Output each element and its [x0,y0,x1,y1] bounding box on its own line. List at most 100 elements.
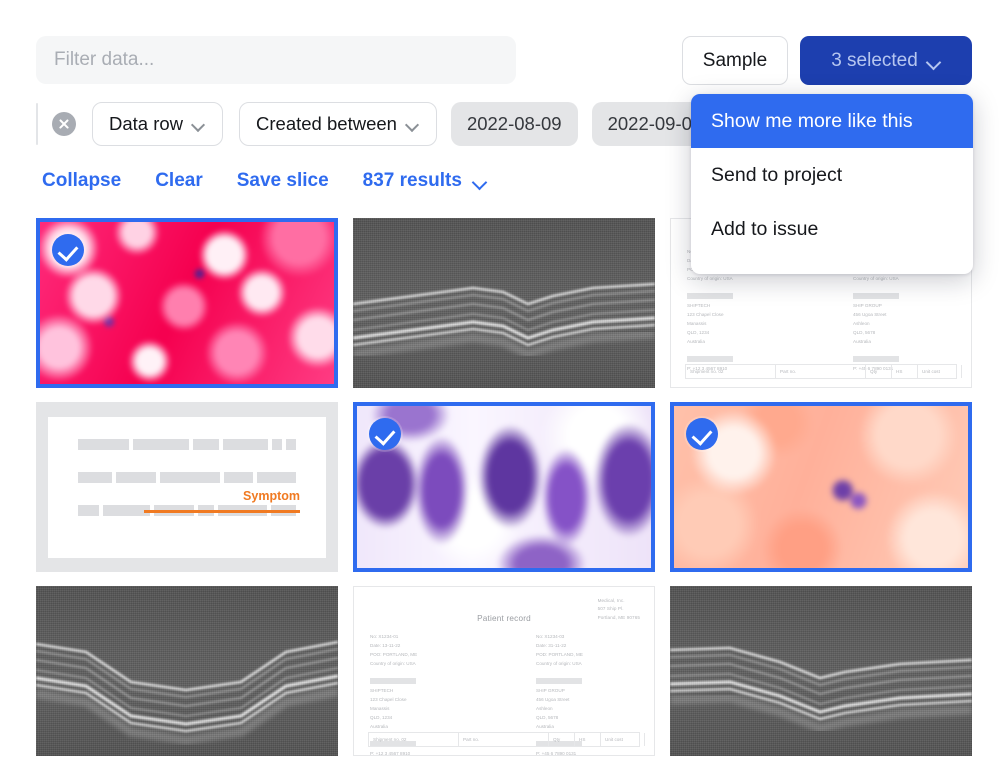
skeleton-bar [78,504,99,516]
filter-chip-label: 2022-09-09 [607,113,703,134]
doc-text-line: Country of origin: USA [370,660,416,666]
doc-text-line: QLD, 1234 [370,714,393,720]
doc-text-line: Country of origin: USA [687,275,733,281]
histology-image [357,406,651,568]
skeleton-bar [78,438,129,450]
selected-check-icon[interactable] [686,418,718,450]
selected-count-button[interactable]: 3 selected [800,36,972,85]
selected-count-label: 3 selected [831,49,918,71]
doc-table-header-cell: HS [575,733,601,746]
doc-redaction-bar [370,677,416,684]
result-card-histology-purple[interactable] [353,402,655,572]
doc-company-address: Medical, Inc. 507 Ship Pl. Portland, ME 90… [597,598,640,620]
doc-text-line: Australia [687,338,705,344]
save-slice-link[interactable]: Save slice [237,170,329,192]
filter-divider [36,103,38,145]
doc-text-line: No: X1234-03 [536,634,565,639]
result-card-patient-record-document[interactable]: Medical, Inc. 507 Ship Pl. Portland, ME 90… [353,586,655,756]
action-links-row: Collapse Clear Save slice 837 results [42,170,487,192]
filter-chip-label: Data row [109,113,184,134]
doc-text-line: POO: PORTLAND, ME [370,651,418,657]
symptom-annotation-underline [144,509,300,513]
chevron-down-icon [407,120,420,128]
doc-text-line: Ashleon [853,320,870,326]
doc-text-line: Manassis [687,320,707,326]
selected-check-icon[interactable] [369,418,401,450]
doc-text-line: Country of origin: USA [853,275,899,281]
filter-chip-data-row[interactable]: Data row [92,102,224,146]
doc-text-line: POD: PORTLAND, ME [536,651,583,657]
oct-scan-image [353,218,655,388]
doc-table-header-cell: Unit cost [918,365,962,378]
doc-text-line: P: +45 6 7890 0131 [536,750,577,756]
menu-item-label: Show me more like this [711,109,913,132]
doc-text-line: QLD, 1234 [687,329,710,335]
skeleton-bar [115,471,157,483]
skeleton-row [78,438,296,450]
result-card-oct-retina-scan[interactable] [670,586,972,756]
filter-chip-created-between[interactable]: Created between [239,102,437,146]
menu-item-show-me-more-like-this[interactable]: Show me more like this [691,94,973,148]
doc-text-line: Manassis [370,705,390,711]
doc-table: Shipment no. 02Part no.QtyHSUnit costTot… [368,732,645,747]
selection-actions-menu: Show me more like this Send to project A… [691,94,973,274]
skeleton-bar [257,471,296,483]
result-card-oct-retina-scan[interactable] [36,586,338,756]
skeleton-bar [222,438,269,450]
doc-text-line: SHIPTECH [370,687,394,693]
skeleton-bar [132,438,189,450]
doc-text-line: Date: 13-11-22 [370,642,401,648]
doc-table-header-cell: Qty [866,365,892,378]
filter-row: Data row Created between 2022-08-09 2022… [36,102,719,146]
menu-item-send-to-project[interactable]: Send to project [691,148,973,202]
chevron-down-icon [474,177,487,185]
skeleton-row [78,471,296,483]
clear-link[interactable]: Clear [155,170,203,192]
filter-chip-label: 2022-08-09 [466,113,562,134]
doc-text-line: SHIPTECH [687,302,711,308]
result-card-symptom-text-document[interactable]: Symptom [36,402,338,572]
doc-table-header-cell: Total value [962,365,971,378]
skeleton-bar [192,438,219,450]
results-count-dropdown[interactable]: 837 results [363,170,487,192]
doc-text-line: Australia [853,338,871,344]
doc-table-header-cell: Total value [645,733,654,746]
doc-table-header-cell: Unit cost [601,733,645,746]
doc-table-header-cell: Shipment no. 02 [686,365,776,378]
oct-scan-image [670,586,972,756]
doc-redaction-bar [687,292,733,299]
doc-text-line: P: +12 3 4567 8910 [370,750,411,756]
doc-text-line: SHIP GROUP [536,687,565,693]
doc-text-line: 123 Chapel Close [370,696,407,702]
filter-chip-date-from[interactable]: 2022-08-09 [450,102,578,146]
doc-text-line: SHIP GROUP [853,302,882,308]
result-card-histology-pink[interactable] [36,218,338,388]
search-field-wrap [36,36,516,84]
result-card-histology-salmon[interactable] [670,402,972,572]
doc-text-line: No: X1234-01 [370,634,399,639]
doc-text-line: Date: 31-11-22 [536,642,567,648]
selected-check-icon[interactable] [52,234,84,266]
search-input[interactable] [36,36,516,84]
skeleton-bar [160,471,220,483]
doc-table: Shipment no. 02Part no.QtyHSUnit costTot… [685,364,962,379]
results-grid: No: X1234-01 Date: 13-11-22 POO: PORTLAND,… [36,218,972,768]
collapse-link[interactable]: Collapse [42,170,121,192]
doc-text-line: Australia [370,723,388,729]
doc-text-line: Country of origin: USA [536,660,582,666]
doc-redaction-bar [687,355,733,362]
doc-redaction-bar [853,292,899,299]
oct-scan-image [36,586,338,756]
sample-button[interactable]: Sample [682,36,788,85]
sample-button-label: Sample [702,49,768,71]
doc-table-header-cell: Shipment no. 02 [369,733,459,746]
skeleton-bar [78,471,112,483]
skeleton-bar [285,438,296,450]
circle-x-icon[interactable] [52,112,76,136]
skeleton-bar [223,471,254,483]
symptom-document-thumbnail: Symptom [36,402,338,572]
doc-text-line: QLD, 5678 [853,329,876,335]
menu-item-add-to-issue[interactable]: Add to issue [691,202,973,256]
doc-table-header-cell: Part no. [459,733,549,746]
result-card-oct-retina-scan[interactable] [353,218,655,388]
